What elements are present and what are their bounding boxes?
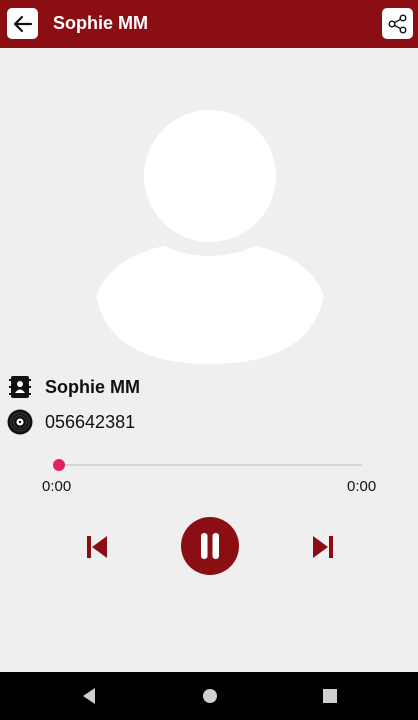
nav-recents-square-icon [323,689,337,703]
nav-home-circle-icon [203,689,217,703]
share-icon [388,14,406,33]
skip-previous-icon [87,536,107,558]
pause-icon [201,533,219,559]
total-duration: 0:00 [347,478,377,495]
person-placeholder-icon [96,110,324,364]
nav-home-button[interactable] [190,672,230,720]
system-navigation-bar [0,672,418,720]
elapsed-time: 0:00 [42,478,72,495]
app-bar: Sophie MM [0,0,418,48]
back-button[interactable] [7,8,38,39]
share-button[interactable] [382,8,413,39]
nav-back-triangle-icon [83,688,95,704]
arrow-left-icon [13,15,32,32]
seek-thumb[interactable] [53,459,65,471]
seek-track [59,464,362,466]
contact-number-row: 056642381 [7,409,135,435]
contact-number: 056642381 [45,411,136,432]
next-button[interactable] [310,533,336,561]
seek-bar[interactable] [53,459,362,471]
contact-name: Sophie MM [45,376,140,397]
page-title: Sophie MM [53,13,148,33]
vinyl-record-icon [7,409,33,435]
nav-back-button[interactable] [69,672,109,720]
nav-recents-button[interactable] [310,672,350,720]
pause-button[interactable] [181,517,239,575]
contact-name-row: Sophie MM [7,374,140,400]
previous-button[interactable] [84,533,110,561]
skip-next-icon [313,536,333,558]
contact-book-icon [7,374,33,400]
